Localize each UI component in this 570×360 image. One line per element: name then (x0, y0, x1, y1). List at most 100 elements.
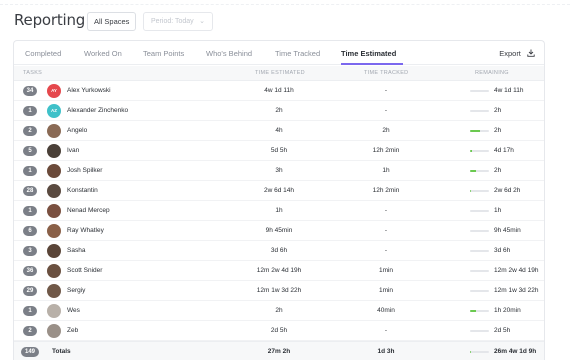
chevron-down-icon: ⌄ (199, 18, 205, 25)
spaces-filter-button[interactable]: All Spaces (87, 12, 137, 31)
totals-progress-bar (470, 351, 489, 353)
progress-bar (470, 250, 489, 252)
user-name[interactable]: Ivan (67, 147, 79, 154)
time-tracked-value: - (384, 247, 388, 254)
remaining-value: 1h (494, 207, 502, 214)
avatar[interactable] (47, 244, 61, 258)
user-name[interactable]: Sergiy (67, 287, 85, 294)
column-remaining[interactable]: REMAINING (475, 70, 509, 76)
user-name[interactable]: Alex Yurkowski (67, 87, 111, 94)
user-name[interactable]: Josh Spilker (67, 167, 102, 174)
time-estimated-value: 2w 6d 14h (264, 187, 294, 194)
totals-progress-fill (470, 351, 471, 353)
avatar[interactable] (47, 164, 61, 178)
table-row[interactable]: 5 Ivan 5d 5h 12h 2min 4d 17h (14, 141, 544, 161)
time-estimated-value: 2h (275, 307, 283, 314)
tab-worked-on[interactable]: Worked On (84, 49, 122, 58)
task-count-badge: 36 (23, 266, 37, 276)
tab-whos-behind[interactable]: Who's Behind (206, 49, 252, 58)
time-tracked-value: - (384, 107, 388, 114)
avatar[interactable] (47, 324, 61, 338)
user-name[interactable]: Angelo (67, 127, 87, 134)
time-tracked-value: 1min (378, 267, 394, 274)
table-row[interactable]: 34 AY Alex Yurkowski 4w 1d 11h - 4w 1d 11h (14, 81, 544, 101)
task-count-badge: 3 (23, 246, 37, 256)
page-title: Reporting (14, 11, 86, 29)
user-name[interactable]: Scott Snider (67, 267, 102, 274)
avatar[interactable]: AY (47, 84, 61, 98)
time-tracked-value: 1min (378, 287, 394, 294)
tab-team-points[interactable]: Team Points (143, 49, 184, 58)
table-row[interactable]: 1 Josh Spilker 3h 1h 2h (14, 161, 544, 181)
task-count-badge: 1 (23, 106, 37, 116)
progress-bar (470, 210, 489, 212)
avatar[interactable] (47, 304, 61, 318)
table-body: 34 AY Alex Yurkowski 4w 1d 11h - 4w 1d 11h 1 AZ… (14, 81, 544, 341)
avatar[interactable] (47, 124, 61, 138)
table-row[interactable]: 29 Sergiy 12m 1w 3d 22h 1min 12m 1w 3d 22h (14, 281, 544, 301)
avatar[interactable] (47, 204, 61, 218)
progress-fill (470, 310, 477, 312)
remaining-value: 2h (494, 107, 502, 114)
task-count-badge: 2 (23, 326, 37, 336)
table-row[interactable]: 3 Sasha 3d 6h - 3d 6h (14, 241, 544, 261)
table-row[interactable]: 1 AZ Alexander Zinchenko 2h - 2h (14, 101, 544, 121)
time-tracked-value: 12h 2min (372, 147, 400, 154)
progress-fill (470, 130, 480, 132)
time-estimated-value: 12m 2w 4d 19h (256, 267, 302, 274)
tab-time-estimated[interactable]: Time Estimated (341, 49, 396, 58)
avatar[interactable] (47, 284, 61, 298)
table-row[interactable]: 36 Scott Snider 12m 2w 4d 19h 1min 12m 2w 4d… (14, 261, 544, 281)
user-name[interactable]: Wes (67, 307, 80, 314)
column-time-tracked[interactable]: TIME TRACKED (364, 70, 408, 76)
progress-fill (470, 170, 477, 172)
user-name[interactable]: Konstantin (67, 187, 98, 194)
table-row[interactable]: 1 Nenad Mercep 1h - 1h (14, 201, 544, 221)
remaining-value: 2h (494, 127, 502, 134)
task-count-badge: 5 (23, 146, 37, 156)
user-name[interactable]: Alexander Zinchenko (67, 107, 128, 114)
avatar[interactable] (47, 264, 61, 278)
report-tabs: Completed Worked On Team Points Who's Be… (14, 41, 544, 65)
table-row[interactable]: 6 Ray Whatley 9h 45min - 9h 45min (14, 221, 544, 241)
remaining-value: 2w 6d 2h (494, 187, 521, 194)
export-button[interactable]: Export (499, 49, 535, 58)
table-row[interactable]: 1 Wes 2h 40min 1h 20min (14, 301, 544, 321)
tab-time-tracked[interactable]: Time Tracked (275, 49, 320, 58)
period-filter-button[interactable]: Period: Today ⌄ (143, 12, 213, 31)
time-estimated-value: 2d 5h (270, 327, 288, 334)
remaining-value: 4w 1d 11h (494, 87, 524, 94)
time-tracked-value: - (384, 207, 388, 214)
table-header: TASKS TIME ESTIMATED TIME TRACKED REMAIN… (14, 66, 544, 81)
user-name[interactable]: Nenad Mercep (67, 207, 110, 214)
task-count-badge: 34 (23, 86, 37, 96)
time-tracked-value: 40min (377, 307, 395, 314)
remaining-value: 2d 5h (494, 327, 511, 334)
column-tasks[interactable]: TASKS (23, 70, 42, 76)
totals-remaining: 26m 4w 1d 9h (494, 348, 537, 355)
column-time-estimated[interactable]: TIME ESTIMATED (255, 70, 305, 76)
tab-completed[interactable]: Completed (25, 49, 61, 58)
table-row[interactable]: 2 Angelo 4h 2h 2h (14, 121, 544, 141)
time-tracked-value: - (384, 327, 388, 334)
totals-tracked: 1d 3h (377, 348, 395, 355)
avatar[interactable] (47, 184, 61, 198)
top-divider (0, 4, 570, 5)
table-row[interactable]: 2 Zeb 2d 5h - 2d 5h (14, 321, 544, 341)
user-name[interactable]: Ray Whatley (67, 227, 104, 234)
avatar[interactable]: AZ (47, 104, 61, 118)
report-card: Completed Worked On Team Points Who's Be… (13, 40, 545, 360)
table-row[interactable]: 28 Konstantin 2w 6d 14h 12h 2min 2w 6d 2h (14, 181, 544, 201)
time-estimated-value: 4w 1d 11h (264, 87, 294, 94)
time-estimated-value: 5d 5h (270, 147, 288, 154)
time-estimated-value: 12m 1w 3d 22h (256, 287, 302, 294)
avatar[interactable] (47, 224, 61, 238)
user-name[interactable]: Zeb (67, 327, 78, 334)
remaining-value: 3d 6h (494, 247, 511, 254)
remaining-value: 2h (494, 167, 502, 174)
progress-bar (470, 290, 489, 292)
progress-bar (470, 170, 489, 172)
time-tracked-value: - (384, 227, 388, 234)
user-name[interactable]: Sasha (67, 247, 85, 254)
avatar[interactable] (47, 144, 61, 158)
